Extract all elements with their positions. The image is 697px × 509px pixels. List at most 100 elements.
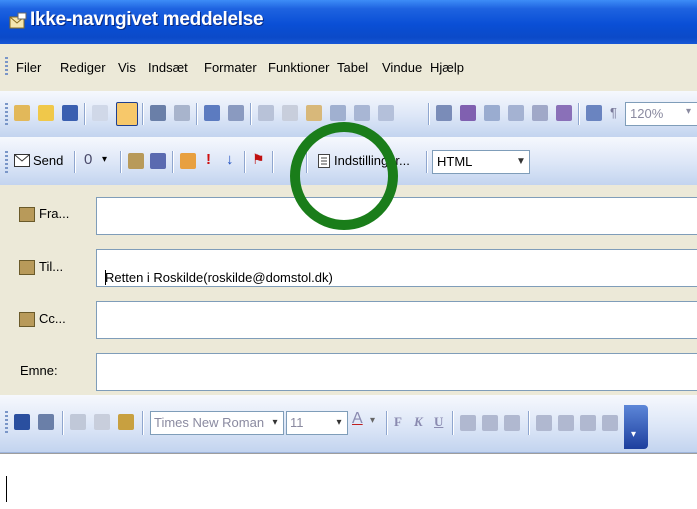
spelling-icon[interactable] xyxy=(204,105,220,121)
undo-icon[interactable] xyxy=(354,105,370,121)
toolbar-grip[interactable] xyxy=(5,151,8,173)
separator xyxy=(528,411,529,435)
separator xyxy=(426,151,427,173)
message-icon xyxy=(9,12,27,29)
save-icon[interactable] xyxy=(62,105,78,121)
separator xyxy=(578,103,579,125)
insert-table-icon[interactable] xyxy=(460,105,476,121)
cc-field[interactable] xyxy=(96,301,697,339)
new-icon[interactable] xyxy=(14,105,30,121)
attach-file-icon[interactable] xyxy=(116,102,138,126)
follow-up-flag-icon[interactable]: ⚑ xyxy=(252,151,265,168)
format-painter-icon[interactable] xyxy=(330,105,346,121)
paste-icon[interactable] xyxy=(306,105,322,121)
chevron-down-icon[interactable]: ▾ xyxy=(267,412,283,434)
separator xyxy=(386,411,387,435)
toolbar-grip[interactable] xyxy=(5,411,8,435)
show-hide-icon[interactable]: ¶ xyxy=(610,105,617,120)
from-field[interactable] xyxy=(96,197,697,235)
check-names-icon[interactable] xyxy=(150,153,166,169)
cc-label: Cc... xyxy=(39,311,66,326)
copy-icon[interactable] xyxy=(94,414,110,430)
separator xyxy=(74,151,75,173)
low-importance-icon[interactable]: ↓ xyxy=(226,151,234,168)
from-label: Fra... xyxy=(39,206,70,221)
options-button[interactable]: Indstillinger... xyxy=(314,151,422,171)
drawing-icon[interactable] xyxy=(532,105,548,121)
from-button[interactable]: Fra... xyxy=(8,195,96,234)
separator xyxy=(244,151,245,173)
bold-button[interactable]: F xyxy=(394,414,402,430)
separator xyxy=(306,151,307,173)
save-icon[interactable] xyxy=(14,414,30,430)
message-format-select[interactable]: HTML ▼ xyxy=(432,150,530,174)
cut-icon[interactable] xyxy=(258,105,274,121)
permission-icon[interactable] xyxy=(92,105,108,121)
document-map-icon[interactable] xyxy=(556,105,572,121)
menu-vis[interactable]: Vis xyxy=(118,60,136,75)
attach-button[interactable]: 0 ▾ xyxy=(82,151,116,171)
menu-indsaet[interactable]: Indsæt xyxy=(148,60,188,75)
numbering-icon[interactable] xyxy=(536,415,552,431)
open-icon[interactable] xyxy=(38,105,54,121)
send-button[interactable]: Send xyxy=(14,151,70,171)
research-icon[interactable] xyxy=(228,105,244,121)
italic-button[interactable]: K xyxy=(414,414,423,430)
chevron-down-icon[interactable]: ▾ xyxy=(686,106,691,117)
bullets-icon[interactable] xyxy=(558,415,574,431)
menu-filer[interactable]: Filer xyxy=(16,60,41,75)
menu-funktioner[interactable]: Funktioner xyxy=(268,60,329,75)
email-toolbar: Send 0 ▾ ! ↓ ⚑ Indstillinger... HTML ▼ xyxy=(0,137,697,186)
to-value-text: Retten i Roskilde(roskilde@domstol.dk) xyxy=(105,270,333,285)
font-size-select[interactable]: 11 ▾ xyxy=(286,411,348,435)
redo-icon[interactable] xyxy=(378,105,394,121)
menu-vindue[interactable]: Vindue xyxy=(382,60,422,75)
chevron-down-icon[interactable]: ▼ xyxy=(513,151,529,173)
insert-excel-icon[interactable] xyxy=(484,105,500,121)
menu-grip[interactable] xyxy=(5,57,8,75)
address-book-icon[interactable] xyxy=(436,105,452,121)
address-book-icon[interactable] xyxy=(128,153,144,169)
font-size-value: 11 xyxy=(290,415,304,430)
font-color-button[interactable]: A ▾ xyxy=(350,410,384,434)
message-body[interactable] xyxy=(0,453,697,509)
menu-hjaelp[interactable]: Hjælp xyxy=(430,60,464,75)
copy-icon[interactable] xyxy=(282,105,298,121)
separator xyxy=(196,103,197,125)
menu-tabel[interactable]: Tabel xyxy=(337,60,368,75)
align-left-icon[interactable] xyxy=(460,415,476,431)
print-icon[interactable] xyxy=(38,414,54,430)
high-importance-icon[interactable]: ! xyxy=(206,151,211,168)
increase-indent-icon[interactable] xyxy=(602,415,618,431)
title-bar: Ikke-navngivet meddelelse xyxy=(0,0,697,44)
separator xyxy=(272,151,273,173)
reading-icon[interactable] xyxy=(586,105,602,121)
chevron-down-icon: ▾ xyxy=(631,429,637,440)
align-right-icon[interactable] xyxy=(504,415,520,431)
address-book-icon xyxy=(19,312,35,327)
columns-icon[interactable] xyxy=(508,105,524,121)
to-field[interactable]: Retten i Roskilde(roskilde@domstol.dk) xyxy=(96,249,697,287)
print-preview-icon[interactable] xyxy=(174,105,190,121)
menu-formater[interactable]: Formater xyxy=(204,60,257,75)
decrease-indent-icon[interactable] xyxy=(580,415,596,431)
menu-rediger[interactable]: Rediger xyxy=(60,60,106,75)
toolbar-options-chevron[interactable]: ▾ xyxy=(624,405,648,449)
menu-bar: Filer Rediger Vis Indsæt Formater Funkti… xyxy=(0,44,697,91)
underline-button[interactable]: U xyxy=(434,414,443,430)
cut-icon[interactable] xyxy=(70,414,86,430)
toolbar-grip[interactable] xyxy=(5,103,8,125)
zoom-select[interactable]: 120% ▾ xyxy=(625,102,697,126)
print-icon[interactable] xyxy=(150,105,166,121)
separator xyxy=(172,151,173,173)
body-caret xyxy=(6,476,7,502)
separator xyxy=(84,103,85,125)
chevron-down-icon[interactable]: ▾ xyxy=(331,412,347,434)
subject-field[interactable] xyxy=(96,353,697,391)
font-select[interactable]: Times New Roman ▾ xyxy=(150,411,284,435)
align-center-icon[interactable] xyxy=(482,415,498,431)
paste-icon[interactable] xyxy=(118,414,134,430)
cc-button[interactable]: Cc... xyxy=(8,300,96,339)
insert-item-icon[interactable] xyxy=(180,153,196,169)
to-button[interactable]: Til... xyxy=(8,248,96,287)
